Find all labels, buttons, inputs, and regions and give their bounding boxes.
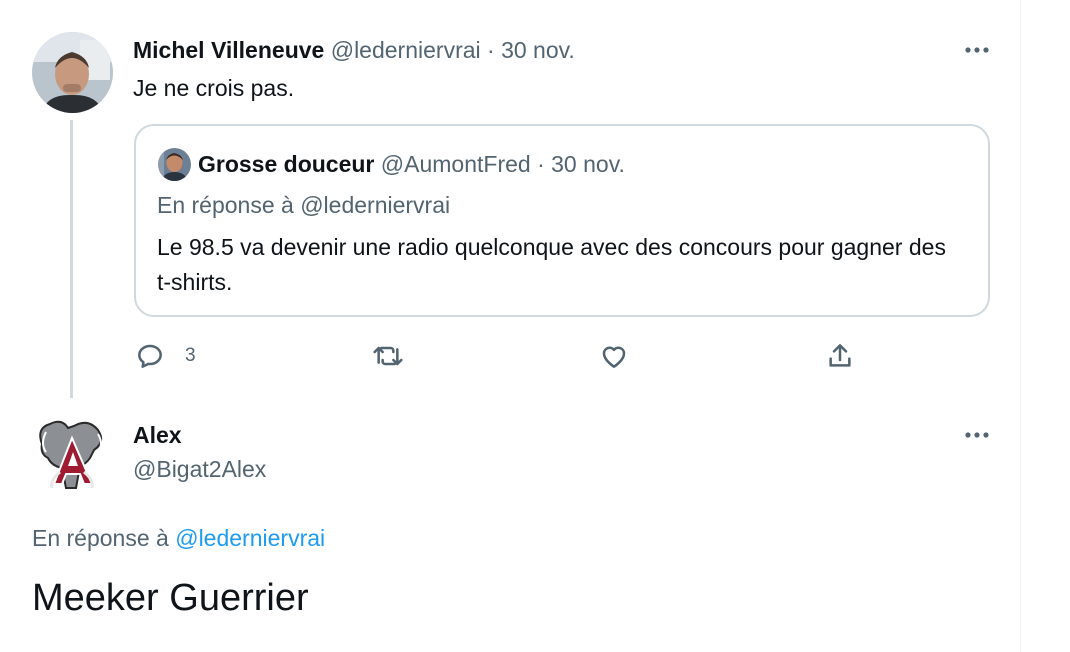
reply-button[interactable]: 3 [134, 338, 196, 374]
author-handle[interactable]: @Bigat2Alex [133, 455, 266, 483]
column-divider [1020, 0, 1021, 652]
separator: · [537, 151, 545, 177]
reply-prefix: En réponse à [32, 525, 169, 551]
more-options-icon[interactable] [962, 40, 992, 60]
reply-context: En réponse à @ledernierv­rai [32, 524, 325, 552]
share-icon [824, 340, 856, 372]
separator: · [487, 37, 495, 63]
avatar-alex[interactable] [32, 414, 113, 492]
thread-line [70, 120, 73, 398]
tweet-date[interactable]: 30 nov. [501, 37, 575, 63]
avatar-grosse-douceur [158, 148, 191, 181]
more-options-icon[interactable] [962, 425, 992, 445]
share-button[interactable] [824, 338, 856, 374]
tweet-text: Meeker Guerrier [32, 577, 309, 619]
author-handle[interactable]: @ledernierv­rai [331, 37, 481, 63]
retweet-button[interactable] [370, 338, 406, 374]
avatar-michel[interactable] [32, 32, 113, 113]
author-name[interactable]: Michel Villeneuve [133, 37, 324, 63]
tweet-header: Michel Villeneuve @ledernierv­rai · 30 n… [133, 36, 575, 64]
quote-author-handle: @AumontFred [380, 151, 531, 177]
reply-icon [134, 340, 166, 372]
quote-header: Grosse douceur @AumontFred · 30 nov. [198, 150, 625, 178]
quote-text: Le 98.5 va devenir une radio quelconque … [157, 234, 946, 295]
author-name[interactable]: Alex [133, 421, 182, 449]
quote-author-name: Grosse douceur [198, 151, 375, 177]
retweet-icon [370, 340, 406, 372]
quote-reply-context: En réponse à @ledernierv­rai [157, 192, 451, 218]
reply-mention-link[interactable]: @ledernierv­rai [175, 525, 325, 551]
reply-count: 3 [185, 345, 196, 366]
like-icon [598, 340, 630, 372]
tweet-text: Je ne crois pas. [133, 75, 295, 101]
quote-date: 30 nov. [551, 151, 625, 177]
quote-tweet-card[interactable]: Grosse douceur @AumontFred · 30 nov. En … [134, 124, 990, 317]
like-button[interactable] [598, 338, 630, 374]
